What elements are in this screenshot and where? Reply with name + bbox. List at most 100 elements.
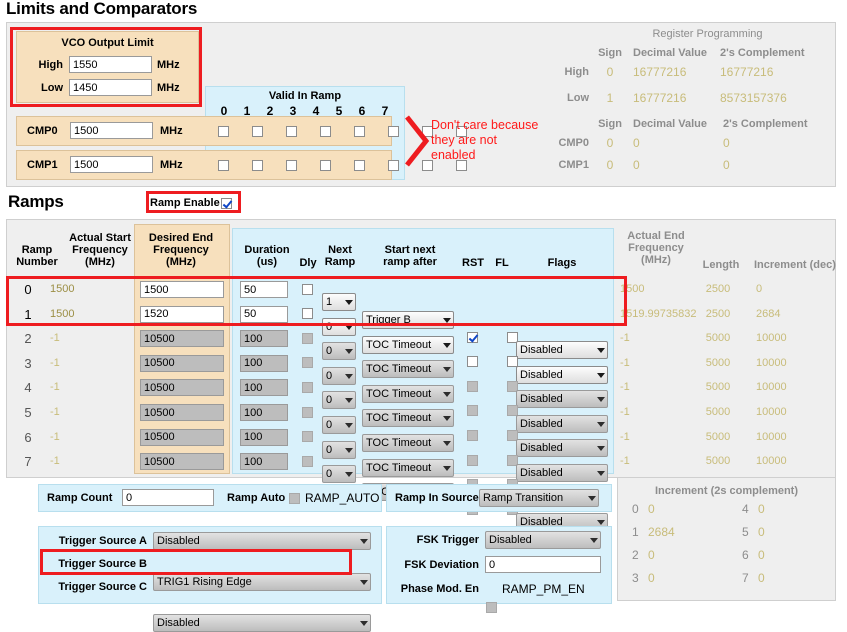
valid-in-ramp-checkbox[interactable] [218, 160, 229, 171]
app-root: Limits and Comparators VCO Output Limit … [0, 0, 847, 607]
duration-input[interactable] [240, 306, 288, 323]
trigger-source-select[interactable]: TRIG1 Rising Edge [153, 573, 371, 591]
trigger-sources-group: Trigger Source ADisabledTrigger Source B… [38, 526, 382, 604]
chevron-down-icon [345, 472, 353, 477]
fsk-deviation-input[interactable] [485, 556, 601, 573]
actual-end-frequency: -1 [620, 431, 630, 443]
phase-mod-checkbox-label: RAMP_PM_EN [502, 582, 585, 596]
increment-value: 0 [758, 548, 765, 562]
desired-end-frequency-input[interactable] [140, 306, 224, 323]
actual-start-frequency: -1 [50, 332, 60, 344]
comparator-value-input[interactable] [70, 156, 153, 173]
actual-end-frequency: -1 [620, 455, 630, 467]
table-row: 3-10TOC TimeoutDisabled-1500010000 [0, 352, 847, 376]
desired-end-frequency-input[interactable] [140, 453, 224, 470]
trigger-source-label: Trigger Source B [39, 558, 147, 570]
ramp-count-input[interactable] [122, 489, 214, 506]
ramp-in-source-value: Ramp Transition [483, 492, 563, 504]
next-ramp-select[interactable]: 0 [322, 465, 356, 483]
ramp-increment-dec: 10000 [756, 431, 787, 443]
dly-checkbox[interactable] [302, 456, 313, 467]
duration-input[interactable] [240, 330, 288, 347]
dly-checkbox[interactable] [302, 407, 313, 418]
cmp-sign-header: Sign [593, 118, 627, 130]
dly-checkbox[interactable] [302, 431, 313, 442]
fsk-trigger-select[interactable]: Disabled [485, 531, 601, 549]
valid-in-ramp-checkbox[interactable] [286, 126, 297, 137]
header-actual-start: Actual Start Frequency (MHz) [66, 232, 134, 268]
ramps-title: Ramps [8, 192, 64, 212]
chevron-down-icon [360, 621, 368, 626]
desired-end-frequency-input[interactable] [140, 429, 224, 446]
ramp-number: 3 [8, 356, 48, 371]
increment-index: 5 [742, 525, 749, 539]
valid-in-ramp-title: Valid In Ramp [206, 90, 404, 102]
valid-in-ramp-checkbox[interactable] [320, 126, 331, 137]
next-ramp-value: 0 [326, 468, 332, 480]
valid-in-ramp-checkbox[interactable] [354, 126, 365, 137]
actual-start-frequency: 1500 [50, 308, 74, 320]
ramp-increment-dec: 10000 [756, 332, 787, 344]
trigger-source-label: Trigger Source C [39, 581, 147, 593]
dly-checkbox[interactable] [302, 333, 313, 344]
chevron-down-icon [590, 538, 598, 543]
duration-input[interactable] [240, 281, 288, 298]
vco-low-unit: MHz [157, 82, 180, 94]
duration-input[interactable] [240, 404, 288, 421]
dly-checkbox[interactable] [302, 308, 313, 319]
desired-end-frequency-input[interactable] [140, 281, 224, 298]
valid-in-ramp-checkbox[interactable] [320, 160, 331, 171]
limits-and-comparators-title: Limits and Comparators [6, 0, 197, 19]
ramp-auto-checkbox[interactable] [289, 493, 300, 504]
register-cmp-row: CMP1000 [555, 157, 830, 177]
ramp-number: 1 [8, 307, 48, 322]
dly-checkbox[interactable] [302, 284, 313, 295]
vco-low-input[interactable] [69, 79, 152, 96]
dly-checkbox[interactable] [302, 357, 313, 368]
increment-2s-entries: 0012684203040506070 [618, 502, 835, 598]
desired-end-frequency-input[interactable] [140, 355, 224, 372]
ramp-increment-dec: 10000 [756, 455, 787, 467]
header-duration: Duration (us) [238, 244, 296, 268]
trigger-source-select[interactable]: Disabled [153, 614, 371, 632]
desired-end-frequency-input[interactable] [140, 404, 224, 421]
duration-input[interactable] [240, 429, 288, 446]
increment-value: 0 [648, 502, 655, 516]
valid-in-ramp-checkbox[interactable] [388, 160, 399, 171]
duration-input[interactable] [240, 355, 288, 372]
ramp-number: 5 [8, 405, 48, 420]
valid-in-ramp-checkbox[interactable] [218, 126, 229, 137]
duration-input[interactable] [240, 379, 288, 396]
chevron-down-icon [597, 520, 605, 525]
phase-mod-checkbox[interactable] [486, 602, 497, 613]
ramp-count-group: Ramp Count Ramp Auto RAMP_AUTO [38, 484, 382, 512]
valid-in-ramp-checkbox[interactable] [252, 126, 263, 137]
vco-high-input[interactable] [69, 56, 152, 73]
actual-end-frequency: 1500 [620, 283, 644, 295]
valid-in-ramp-checkbox[interactable] [252, 160, 263, 171]
actual-end-frequency: 1519.99735832 [620, 308, 696, 320]
register-row-sign: 0 [593, 65, 627, 79]
vco-output-limit-group: VCO Output Limit High MHz Low MHz [16, 31, 199, 103]
ramp-enable-checkbox[interactable] [221, 198, 232, 209]
desired-end-frequency-input[interactable] [140, 330, 224, 347]
ramp-enable-group[interactable]: Ramp Enable [150, 195, 238, 211]
ramp-in-source-group: Ramp In Source Ramp Transition [386, 484, 612, 512]
ramp-in-source-select[interactable]: Ramp Transition [479, 489, 599, 507]
valid-in-ramp-checkbox[interactable] [354, 160, 365, 171]
increment-value: 0 [758, 571, 765, 585]
increment-index: 0 [632, 502, 639, 516]
dly-checkbox[interactable] [302, 382, 313, 393]
register-limit-row: High01677721616777216 [555, 64, 830, 86]
valid-in-ramp-checkbox[interactable] [388, 126, 399, 137]
actual-end-frequency: -1 [620, 332, 630, 344]
trigger-source-select[interactable]: Disabled [153, 532, 371, 550]
duration-input[interactable] [240, 453, 288, 470]
comparator-value-input[interactable] [70, 122, 153, 139]
actual-end-frequency: -1 [620, 406, 630, 418]
valid-in-ramp-checkbox[interactable] [286, 160, 297, 171]
desired-end-frequency-input[interactable] [140, 379, 224, 396]
comparator-row: CMP0MHz [16, 116, 392, 146]
ramp-enable-label: Ramp Enable [150, 197, 220, 209]
comparator-unit: MHz [160, 125, 183, 137]
